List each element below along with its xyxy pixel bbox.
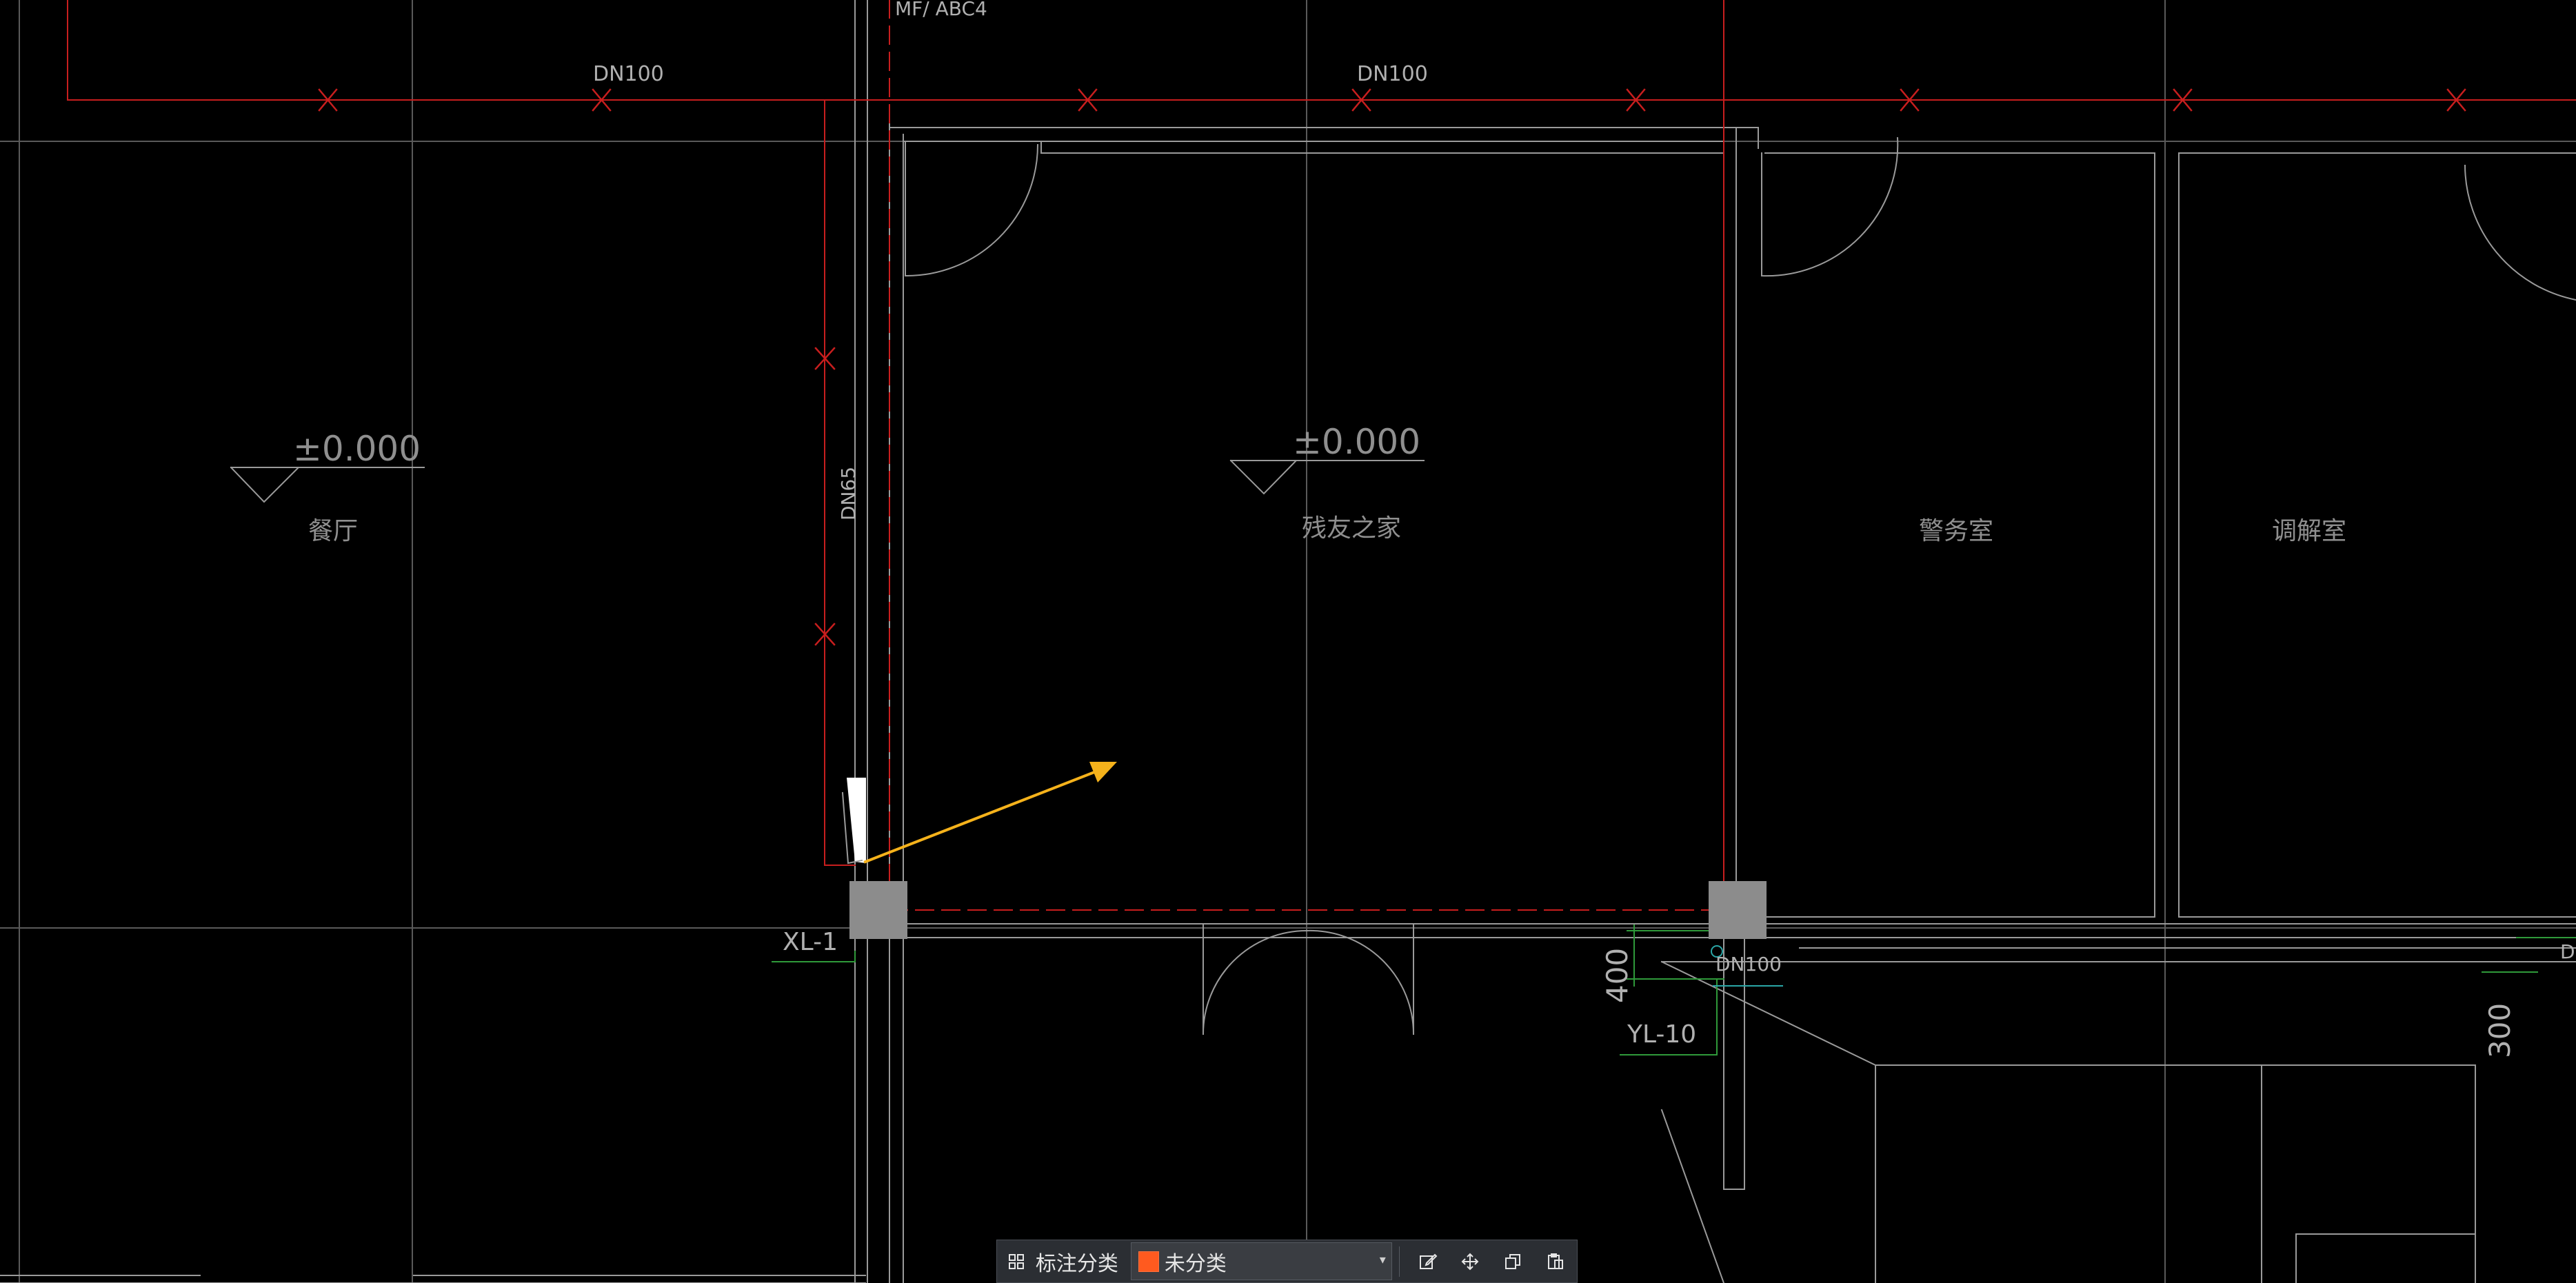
annotation-toolbar: 标注分类 未分类 ▾ <box>996 1240 1578 1283</box>
category-color-swatch <box>1138 1251 1159 1272</box>
grid-icon[interactable] <box>997 1240 1036 1282</box>
walls <box>0 0 2576 1283</box>
room-mediation: 调解室 <box>2272 517 2346 545</box>
chevron-down-icon: ▾ <box>1379 1253 1386 1267</box>
elevation-left: ±0.000 <box>293 429 421 469</box>
room-disabled-home: 残友之家 <box>1302 514 1401 543</box>
category-value: 未分类 <box>1164 1251 1227 1276</box>
dimension-400: 400 <box>1600 948 1634 1003</box>
valve-markers <box>318 88 2466 646</box>
edit-icon <box>1419 1253 1438 1269</box>
cad-drawing-canvas[interactable]: DN100 DN100 MF/ ABC4 DN65 DN100 D ±0.000… <box>0 0 2576 1283</box>
category-dropdown[interactable]: 未分类 ▾ <box>1130 1242 1392 1280</box>
move-button[interactable] <box>1449 1240 1492 1282</box>
extinguisher-label: MF/ ABC4 <box>895 0 987 20</box>
pipe-label-partial: D <box>2560 940 2575 963</box>
dimension-300: 300 <box>2483 1003 2517 1058</box>
copy-button[interactable] <box>1491 1240 1534 1282</box>
pipe-label-dn100-bottom: DN100 <box>1715 953 1782 976</box>
category-label: 标注分类 <box>1035 1251 1118 1276</box>
pipe-label-dn100-left: DN100 <box>593 62 664 86</box>
copy-icon <box>1505 1253 1521 1269</box>
room-canteen: 餐厅 <box>308 517 358 545</box>
pipe-label-dn100-center: DN100 <box>1357 62 1428 86</box>
grid-lines <box>0 0 2576 1283</box>
toolbar-separator <box>1398 1246 1400 1277</box>
edit-button[interactable] <box>1407 1240 1449 1282</box>
elevation-center: ±0.000 <box>1293 422 1420 462</box>
tag-yl10: YL-10 <box>1627 1020 1696 1049</box>
paste-icon <box>1548 1253 1564 1269</box>
room-police: 警务室 <box>1919 517 1993 545</box>
move-icon <box>1462 1253 1479 1270</box>
hydrant-marker <box>841 778 866 865</box>
tag-xl1: XL-1 <box>783 928 838 956</box>
paste-button[interactable] <box>1534 1240 1577 1282</box>
pipe-label-dn65: DN65 <box>837 467 860 521</box>
